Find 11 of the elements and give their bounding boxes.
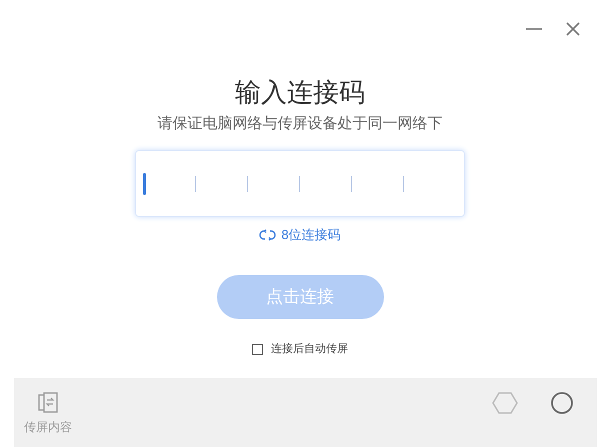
circle-icon bbox=[550, 391, 574, 415]
code-input-field[interactable] bbox=[135, 150, 465, 217]
close-icon[interactable] bbox=[566, 22, 580, 36]
subtitle: 请保证电脑网络与传屏设备处于同一网络下 bbox=[158, 114, 442, 134]
code-length-link[interactable]: 8位连接码 bbox=[259, 226, 341, 244]
dialog-title: 输入连接码 bbox=[235, 76, 365, 108]
auto-cast-checkbox-row[interactable]: 连接后自动传屏 bbox=[252, 341, 348, 358]
switch-icon bbox=[259, 229, 276, 241]
cast-screen-icon bbox=[38, 392, 58, 414]
hexagon-icon bbox=[492, 391, 518, 415]
checkbox[interactable] bbox=[252, 344, 263, 355]
